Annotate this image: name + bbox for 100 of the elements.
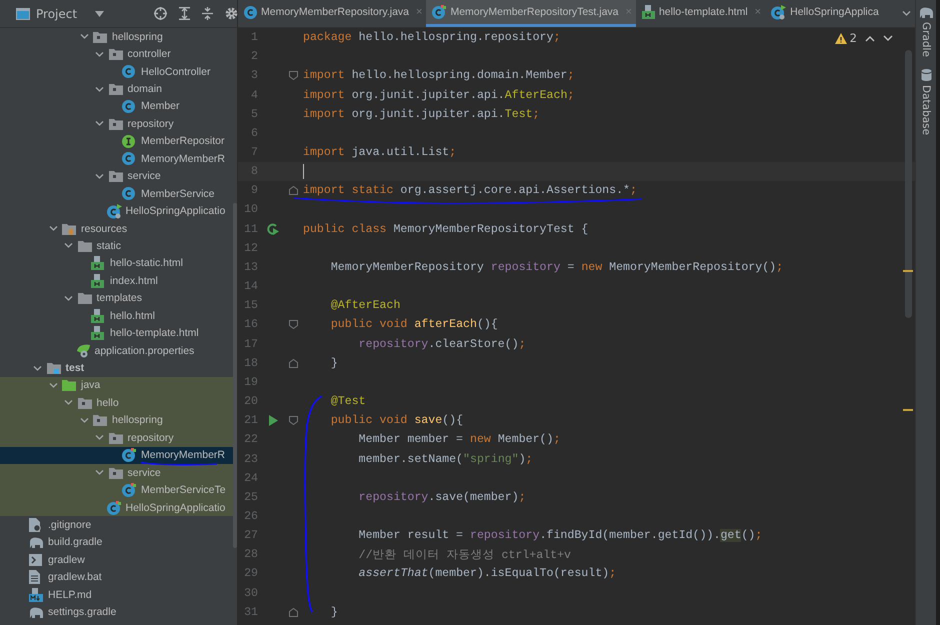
code-line: } bbox=[330, 606, 338, 619]
tree-item[interactable]: hello-static.html bbox=[0, 254, 237, 272]
tree-item[interactable]: MemoryMemberR bbox=[0, 150, 237, 168]
run-tests-icon[interactable] bbox=[266, 222, 280, 236]
tree-item[interactable]: resources bbox=[0, 220, 237, 238]
tree-item[interactable]: index.html bbox=[0, 272, 237, 290]
line-number: 1 bbox=[250, 31, 258, 44]
html-file-icon bbox=[642, 5, 655, 19]
editor-tab[interactable]: hello-template.html × bbox=[636, 0, 766, 27]
tree-item[interactable]: test bbox=[0, 359, 237, 377]
database-icon bbox=[920, 68, 932, 81]
fold-end-marker-icon[interactable] bbox=[288, 608, 298, 617]
code-line: public void afterEach(){ bbox=[330, 318, 498, 332]
settings-gear-icon[interactable] bbox=[225, 7, 238, 20]
code-line: import java.util.List; bbox=[303, 146, 456, 160]
code-line: import org.junit.jupiter.api.Test; bbox=[303, 108, 540, 121]
spring-class-icon bbox=[106, 204, 122, 219]
code-line: import org.junit.jupiter.api.AfterEach; bbox=[303, 88, 574, 102]
line-number: 6 bbox=[250, 126, 258, 140]
line-number: 21 bbox=[243, 414, 258, 428]
scrollbar-thumb[interactable] bbox=[233, 203, 237, 548]
line-number: 20 bbox=[243, 395, 258, 408]
html-file-icon bbox=[91, 256, 104, 270]
line-number: 23 bbox=[243, 452, 258, 466]
more-tabs-chevron-icon bbox=[902, 9, 911, 18]
warning-count[interactable]: 2 bbox=[850, 31, 857, 45]
code-line: @AfterEach bbox=[330, 299, 400, 312]
locate-crosshair-icon[interactable] bbox=[154, 7, 168, 20]
tree-item[interactable]: Member bbox=[0, 98, 237, 116]
test-class-icon bbox=[106, 500, 120, 515]
line-number: 28 bbox=[243, 548, 258, 562]
interface-icon bbox=[122, 134, 135, 148]
line-number: 30 bbox=[243, 586, 258, 600]
tree-item[interactable]: templates bbox=[0, 290, 237, 307]
run-test-icon[interactable] bbox=[268, 415, 278, 426]
ignore-file-icon bbox=[29, 518, 41, 532]
tree-item[interactable]: repository bbox=[0, 115, 237, 133]
editor-tab[interactable]: MemoryMemberRepositoryTest.java × bbox=[426, 0, 636, 27]
code-line: member.setName("spring"); bbox=[358, 452, 533, 466]
project-view-dropdown[interactable]: Project bbox=[16, 6, 104, 20]
tool-window-button[interactable]: Database bbox=[920, 68, 932, 136]
tree-item[interactable]: service bbox=[0, 168, 237, 185]
markdown-file-icon bbox=[29, 588, 43, 602]
line-number: 27 bbox=[243, 529, 258, 542]
line-number: 10 bbox=[243, 203, 258, 216]
source-folder-icon bbox=[62, 379, 76, 392]
line-number: 24 bbox=[243, 472, 258, 485]
class-icon bbox=[122, 100, 135, 113]
code-line: repository.save(member); bbox=[358, 490, 526, 504]
folder-icon bbox=[78, 240, 92, 252]
test-class-icon bbox=[432, 5, 446, 19]
tree-item[interactable]: MemberRepositor bbox=[0, 132, 237, 150]
fold-end-marker-icon[interactable] bbox=[288, 358, 298, 368]
elephant-icon bbox=[29, 536, 44, 548]
package-folder-icon bbox=[93, 30, 107, 43]
tree-item[interactable]: static bbox=[0, 237, 237, 255]
fold-end-marker-icon[interactable] bbox=[288, 186, 298, 196]
next-highlight-icon[interactable] bbox=[883, 34, 893, 42]
code-line: package hello.hellospring.repository; bbox=[303, 31, 560, 44]
fold-marker-icon[interactable] bbox=[288, 71, 298, 80]
tree-item[interactable]: HelloSpringApplicatio bbox=[0, 202, 237, 220]
tree-item[interactable]: domain bbox=[0, 80, 237, 98]
editor-tab[interactable]: MemoryMemberRepository.java × bbox=[238, 0, 426, 27]
window-icon bbox=[16, 8, 30, 20]
tree-item[interactable]: build.gradle bbox=[0, 534, 237, 552]
collapse-all-icon[interactable] bbox=[202, 7, 214, 20]
folder-icon bbox=[78, 292, 92, 304]
expand-all-icon[interactable] bbox=[179, 7, 190, 20]
code-line: public void save(){ bbox=[330, 414, 464, 428]
tree-item[interactable]: hello-template.html bbox=[0, 324, 237, 342]
code-line: MemoryMemberRepository repository = new MemoryMemberRepository(); bbox=[330, 260, 784, 274]
warning-icon[interactable] bbox=[834, 32, 847, 44]
line-number: 4 bbox=[250, 88, 258, 102]
tree-item[interactable]: HelloController bbox=[0, 62, 237, 80]
tree-item[interactable]: gradlew.bat bbox=[0, 568, 237, 586]
tree-item[interactable]: .gitignore bbox=[0, 516, 237, 534]
previous-highlight-icon[interactable] bbox=[865, 34, 875, 42]
line-number: 18 bbox=[243, 356, 258, 370]
tree-item[interactable]: hellospring bbox=[0, 28, 237, 46]
tree-item[interactable]: MemberService bbox=[0, 184, 237, 202]
tree-item[interactable]: gradlew bbox=[0, 551, 237, 569]
line-number: 29 bbox=[243, 567, 258, 580]
tree-item[interactable]: settings.gradle bbox=[0, 603, 237, 621]
tree-item[interactable]: hello.html bbox=[0, 307, 237, 324]
tree-item[interactable]: controller bbox=[0, 45, 237, 63]
editor-tab[interactable]: HelloSpringApplica bbox=[765, 0, 883, 27]
fold-marker-icon[interactable] bbox=[288, 320, 298, 330]
tree-item[interactable]: HELP.md bbox=[0, 586, 237, 604]
tool-window-button[interactable]: Gradle bbox=[918, 6, 934, 57]
tree-item[interactable]: application.properties bbox=[0, 342, 237, 360]
line-number: 14 bbox=[243, 280, 258, 294]
scrollbar-thumb[interactable] bbox=[905, 50, 912, 318]
elephant-icon bbox=[29, 606, 44, 618]
package-folder-icon bbox=[108, 48, 122, 60]
fold-marker-icon[interactable] bbox=[288, 416, 298, 426]
line-number: 2 bbox=[250, 50, 258, 64]
code-line: @Test bbox=[330, 395, 366, 408]
line-number: 12 bbox=[243, 242, 258, 255]
text-caret bbox=[303, 164, 304, 180]
spring-class-icon bbox=[771, 4, 786, 20]
